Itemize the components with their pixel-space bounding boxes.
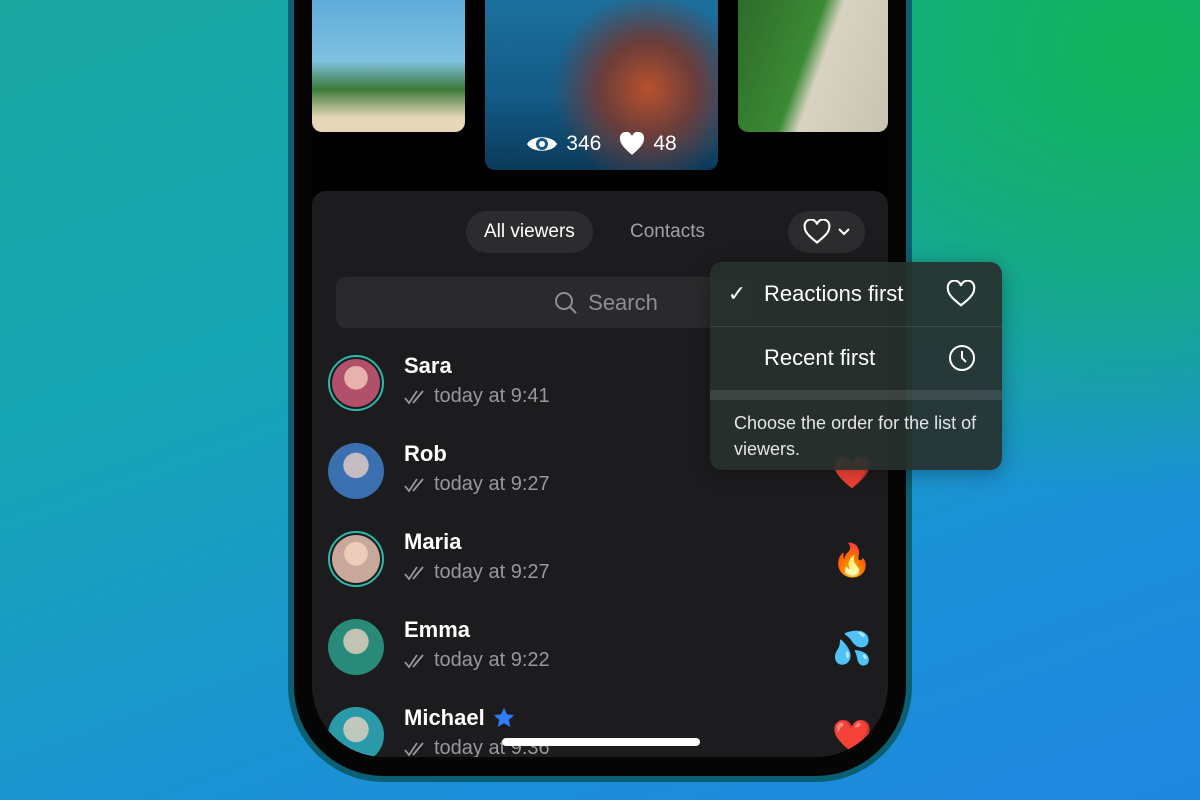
search-input[interactable]: Search bbox=[336, 277, 756, 328]
viewer-row[interactable]: Emma today at 9:22 💦 bbox=[312, 611, 888, 699]
avatar bbox=[328, 707, 384, 757]
story-thumbnail[interactable] bbox=[312, 0, 465, 132]
double-check-icon bbox=[404, 741, 424, 757]
double-check-icon bbox=[404, 477, 424, 493]
viewer-row[interactable]: Michael today at 9:36 ❤️ bbox=[312, 699, 888, 757]
avatar bbox=[328, 355, 384, 411]
double-check-icon bbox=[404, 565, 424, 581]
menu-footer-text: Choose the order for the list of viewers… bbox=[734, 413, 977, 459]
double-check-icon bbox=[404, 653, 424, 669]
reaction-emoji: ❤️ bbox=[832, 718, 872, 754]
story-thumbnail-current[interactable]: 346 48 bbox=[485, 0, 718, 170]
menu-item-recent-first[interactable]: Recent first bbox=[710, 326, 1002, 390]
eye-icon bbox=[527, 137, 558, 151]
view-time: today at 9:27 bbox=[434, 473, 550, 495]
reaction-emoji: 🔥 bbox=[832, 542, 872, 578]
avatar bbox=[328, 443, 384, 499]
view-time: today at 9:41 bbox=[434, 385, 550, 407]
sort-menu: ✓ Reactions first Recent first Choose th… bbox=[710, 262, 1002, 470]
double-check-icon bbox=[404, 389, 424, 405]
heart-icon bbox=[620, 132, 645, 155]
likes-count: 48 bbox=[653, 132, 677, 155]
viewer-row[interactable]: Maria today at 9:27 🔥 bbox=[312, 523, 888, 611]
checkmark-icon: ✓ bbox=[727, 281, 747, 306]
view-time: today at 9:27 bbox=[434, 561, 550, 583]
search-placeholder: Search bbox=[588, 289, 658, 315]
menu-item-label: Reactions first bbox=[764, 281, 904, 306]
premium-star-icon bbox=[493, 707, 514, 727]
view-time: today at 9:22 bbox=[434, 649, 550, 671]
heart-icon bbox=[803, 219, 830, 244]
divider bbox=[710, 390, 1002, 400]
menu-item-label: Recent first bbox=[764, 345, 876, 370]
chevron-down-icon bbox=[837, 228, 850, 236]
viewer-name: Michael bbox=[404, 705, 485, 730]
clock-icon bbox=[949, 345, 975, 371]
avatar bbox=[328, 619, 384, 675]
search-icon bbox=[555, 291, 577, 314]
viewer-name: Maria bbox=[404, 529, 462, 554]
tab-contacts[interactable]: Contacts bbox=[612, 211, 723, 253]
story-thumbnail[interactable] bbox=[738, 0, 888, 132]
menu-item-reactions-first[interactable]: ✓ Reactions first bbox=[710, 262, 1002, 326]
tab-all-viewers[interactable]: All viewers bbox=[466, 211, 593, 253]
home-indicator[interactable] bbox=[502, 738, 700, 746]
sort-button[interactable] bbox=[788, 211, 865, 253]
reaction-emoji: 💦 bbox=[832, 630, 872, 666]
viewer-name: Emma bbox=[404, 617, 471, 642]
views-count: 346 bbox=[566, 132, 602, 155]
viewer-name: Rob bbox=[404, 441, 447, 466]
heart-icon bbox=[946, 280, 976, 307]
viewer-name: Sara bbox=[404, 353, 452, 378]
avatar bbox=[328, 531, 384, 587]
